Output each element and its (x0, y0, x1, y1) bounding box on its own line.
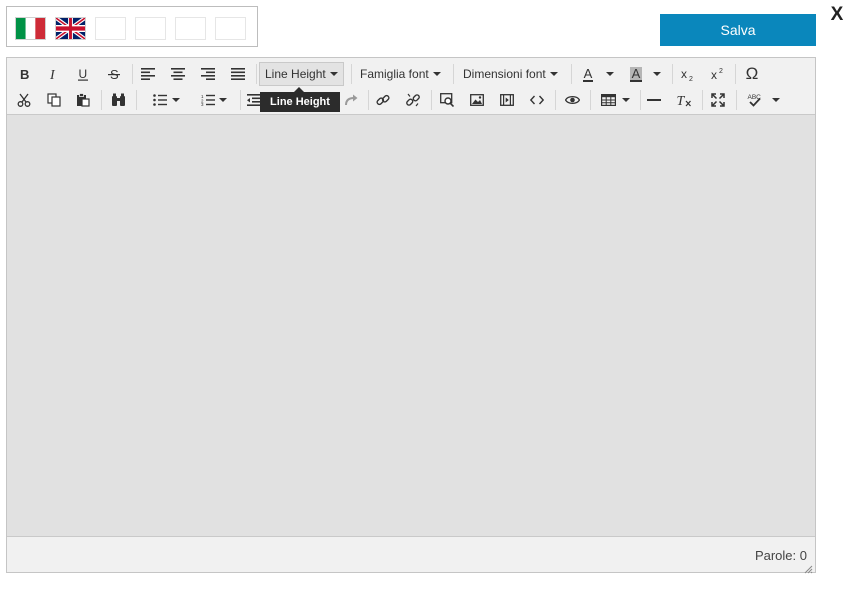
find-replace-icon[interactable] (105, 87, 131, 113)
toolbar-separator (256, 64, 257, 84)
language-slot (175, 17, 206, 40)
toolbar-separator (136, 90, 137, 110)
font-color-glyph: A (582, 65, 594, 82)
align-left-icon[interactable] (135, 61, 161, 87)
svg-text:T: T (677, 94, 686, 107)
font-color-chevron-icon[interactable] (603, 61, 617, 87)
redo-icon[interactable] (339, 87, 363, 113)
search-image-icon[interactable] (434, 87, 460, 113)
font-family-label: Famiglia font (360, 67, 429, 81)
editor-content-area[interactable] (7, 115, 815, 536)
toolbar-separator (571, 64, 572, 84)
align-center-icon[interactable] (165, 61, 191, 87)
strikethrough-icon[interactable]: S (101, 61, 127, 87)
language-slot (215, 17, 246, 40)
svg-text:3: 3 (201, 102, 204, 106)
line-height-dropdown[interactable]: Line Height (259, 62, 344, 86)
fullscreen-icon[interactable] (705, 87, 731, 113)
toolbar-separator (735, 64, 736, 84)
background-color-glyph: A (629, 65, 643, 82)
svg-text:I: I (49, 68, 56, 81)
bold-icon[interactable]: B (11, 61, 37, 87)
uk-flag-icon[interactable] (55, 17, 86, 40)
unlink-icon[interactable] (400, 87, 426, 113)
language-slot (135, 17, 166, 40)
svg-text:x: x (711, 68, 717, 81)
save-button[interactable]: Salva (660, 14, 816, 46)
numbered-list-chevron-icon[interactable] (216, 87, 230, 113)
subscript-icon[interactable]: x2 (675, 61, 701, 87)
chevron-down-icon (432, 72, 441, 76)
toolbar-separator (101, 90, 102, 110)
language-selector (6, 6, 258, 47)
editor-dialog: Salva X B I U S (0, 0, 845, 598)
align-justify-icon[interactable] (225, 61, 251, 87)
font-family-dropdown[interactable]: Famiglia font (355, 62, 446, 86)
horizontal-rule-icon[interactable] (641, 87, 667, 113)
italian-flag-icon[interactable] (15, 17, 46, 40)
background-color-chevron-icon[interactable] (650, 61, 664, 87)
align-right-icon[interactable] (195, 61, 221, 87)
font-size-label: Dimensioni font (463, 67, 546, 81)
line-height-tooltip: Line Height (260, 87, 340, 112)
svg-text:U: U (79, 67, 88, 81)
language-slot (95, 17, 126, 40)
cut-icon[interactable] (11, 87, 37, 113)
chevron-down-icon (329, 72, 338, 76)
font-size-dropdown[interactable]: Dimensioni font (458, 62, 563, 86)
close-button[interactable]: X (828, 4, 845, 26)
spellcheck-icon[interactable]: ABC (742, 87, 768, 113)
special-character-icon[interactable]: Ω (739, 61, 765, 87)
toolbar-separator (368, 90, 369, 110)
preview-icon[interactable] (559, 87, 585, 113)
toolbar-separator (672, 64, 673, 84)
italic-icon[interactable]: I (41, 61, 67, 87)
toolbar-separator (351, 64, 352, 84)
table-icon[interactable] (595, 87, 621, 113)
rich-text-editor: B I U S (6, 57, 816, 574)
svg-text:B: B (20, 67, 29, 81)
underline-icon[interactable]: U (70, 61, 96, 87)
spellcheck-chevron-icon[interactable] (769, 87, 783, 113)
table-chevron-icon[interactable] (619, 87, 633, 113)
toolbar-separator (431, 90, 432, 110)
toolbar-separator (240, 90, 241, 110)
resize-handle-icon[interactable] (804, 561, 813, 574)
bullet-list-chevron-icon[interactable] (169, 87, 183, 113)
toolbar-separator (453, 64, 454, 84)
image-icon[interactable] (464, 87, 490, 113)
copy-icon[interactable] (41, 87, 67, 113)
line-height-label: Line Height (265, 67, 326, 81)
toolbar-separator (590, 90, 591, 110)
svg-text:2: 2 (719, 68, 723, 75)
toolbar-separator (736, 90, 737, 110)
editor-statusbar: Parole: 0 (7, 536, 815, 574)
svg-text:2: 2 (689, 76, 693, 81)
superscript-icon[interactable]: x2 (705, 61, 731, 87)
toolbar-separator (555, 90, 556, 110)
clear-format-icon[interactable]: T (671, 87, 697, 113)
svg-text:x: x (681, 67, 687, 81)
toolbar-separator (702, 90, 703, 110)
toolbar-row-2: 123 T ABC (7, 87, 815, 113)
media-icon[interactable] (494, 87, 520, 113)
word-count: Parole: 0 (754, 548, 807, 563)
code-icon[interactable] (524, 87, 550, 113)
font-color-icon[interactable]: A (577, 61, 599, 87)
paste-icon[interactable] (70, 87, 96, 113)
link-icon[interactable] (370, 87, 396, 113)
toolbar-row-1: B I U S (7, 61, 815, 87)
background-color-icon[interactable]: A (625, 61, 647, 87)
chevron-down-icon (549, 72, 558, 76)
toolbar-separator (132, 64, 133, 84)
editor-toolbar: B I U S (7, 58, 815, 115)
